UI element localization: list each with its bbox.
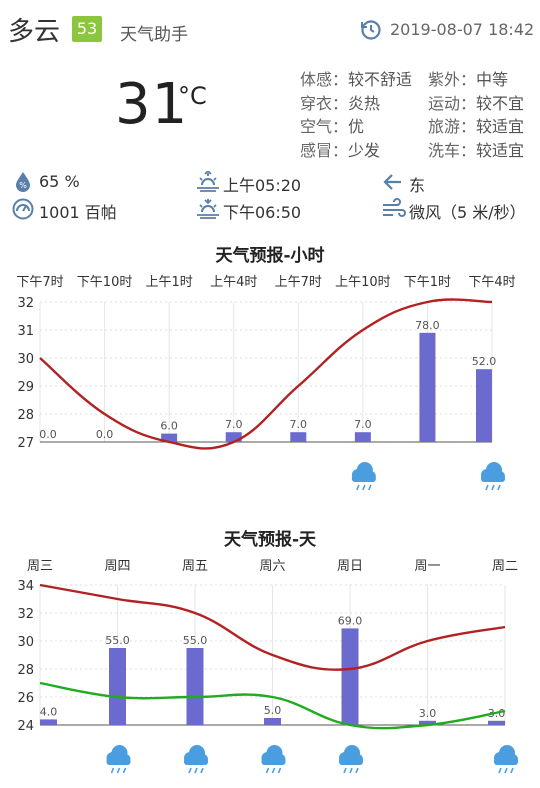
index-row: 空气：优 xyxy=(300,117,365,136)
x-tick-label: 上午10时 xyxy=(335,275,391,290)
x-tick-label: 上午1时 xyxy=(146,275,193,290)
x-tick-label: 周一 xyxy=(414,559,440,574)
index-row: 洗车：较适宜 xyxy=(428,140,525,160)
hourly-forecast-chart: 272829303132下午7时 下午10时 上午1时 上午4时 上午7时 上午10时 下午… xyxy=(16,275,516,491)
bar-value-label: 3.0 xyxy=(419,707,437,720)
y-tick-label: 24 xyxy=(17,719,34,734)
y-tick-label: 30 xyxy=(17,352,34,367)
bar-value-label: 5.0 xyxy=(264,704,282,717)
app-title: 天气助手 xyxy=(120,25,188,45)
rain-cloud-icon xyxy=(106,745,131,774)
x-tick-label: 周三 xyxy=(27,559,53,574)
x-tick-label: 周四 xyxy=(104,559,130,574)
index-row: 感冒：少发 xyxy=(300,140,381,160)
bar xyxy=(109,648,126,725)
rain-cloud-icon xyxy=(184,745,208,774)
y-tick-label: 27 xyxy=(17,436,34,451)
x-tick-label: 周五 xyxy=(182,559,208,574)
x-tick-label: 下午4时 xyxy=(468,275,515,290)
index-column-left: 体感：较不舒适 穿衣：炎热 空气：优 感冒：少发 xyxy=(300,68,412,162)
x-tick-label: 上午7时 xyxy=(275,275,322,290)
bar xyxy=(419,332,436,442)
pressure-gauge-icon xyxy=(12,198,34,220)
x-tick-label: 下午10时 xyxy=(77,275,133,290)
bar-value-label: 52.0 xyxy=(472,355,497,368)
rain-cloud-icon xyxy=(261,745,286,774)
y-tick-label: 26 xyxy=(17,691,34,706)
index-row: 运动：较不宜 xyxy=(428,93,525,113)
x-tick-label: 下午7时 xyxy=(16,275,63,290)
x-tick-label: 周二 xyxy=(492,559,518,574)
x-tick-label: 周六 xyxy=(259,559,285,574)
y-tick-label: 32 xyxy=(17,296,34,311)
bar-value-label: 7.0 xyxy=(225,418,243,431)
bar xyxy=(186,648,204,725)
aqi-badge[interactable]: 53 xyxy=(72,16,102,42)
rain-cloud-icon xyxy=(481,462,505,491)
y-tick-label: 34 xyxy=(17,579,34,594)
y-tick-label: 30 xyxy=(17,635,34,650)
update-time[interactable]: 2019-08-07 18:42 xyxy=(360,17,534,43)
bar-value-label: 55.0 xyxy=(105,634,130,647)
daily-forecast-chart: 24 26 28 30 32 34 周三 周四 周五 周六 周日 周一 周二 4.0 55.0 55.0 5.0… xyxy=(17,559,518,774)
y-tick-label: 29 xyxy=(17,380,34,395)
temperature-unit: °C xyxy=(178,82,207,110)
y-tick-label: 28 xyxy=(17,408,34,423)
index-row: 旅游：较适宜 xyxy=(428,117,525,136)
rain-cloud-icon xyxy=(339,745,363,774)
y-tick-label: 32 xyxy=(17,607,34,622)
bar-value-label: 4.0 xyxy=(40,705,58,718)
x-tick-label: 上午4时 xyxy=(210,275,257,290)
index-column-right: 紫外：中等 运动：较不宜 旅游：较适宜 洗车：较适宜 xyxy=(428,68,524,162)
y-tick-label: 31 xyxy=(17,324,34,339)
bar-value-label: 55.0 xyxy=(183,634,208,647)
bar-value-label: 0.0 xyxy=(39,428,57,441)
wind-icon xyxy=(383,198,406,217)
hourly-chart-title: 天气预报-小时 xyxy=(215,246,325,266)
bar xyxy=(354,432,371,442)
daily-chart-title: 天气预报-天 xyxy=(223,530,317,550)
bar-value-label: 69.0 xyxy=(338,614,363,627)
x-tick-label: 下午1时 xyxy=(404,275,451,290)
arrow-left-icon xyxy=(383,174,401,190)
header: 多云 53 天气助手 2019-08-07 18:42 xyxy=(0,0,540,58)
rain-cloud-icon xyxy=(351,462,376,491)
bar xyxy=(264,718,281,725)
index-row: 穿衣：炎热 xyxy=(300,93,381,113)
bar-value-label: 7.0 xyxy=(354,418,372,431)
bar-value-label: 78.0 xyxy=(415,319,440,332)
bar xyxy=(40,719,57,725)
index-row: 体感：较不舒适 xyxy=(300,70,413,89)
bar xyxy=(488,720,505,725)
bar-value-label: 7.0 xyxy=(290,418,308,431)
x-tick-label: 周日 xyxy=(337,559,363,574)
refresh-clock-icon[interactable] xyxy=(360,19,382,41)
rain-cloud-icon xyxy=(494,745,518,774)
bar xyxy=(290,432,307,442)
bar xyxy=(341,628,359,725)
y-tick-label: 28 xyxy=(17,663,34,678)
sunset-icon xyxy=(197,199,219,219)
svg-text:%: % xyxy=(19,181,27,190)
index-row: 紫外：中等 xyxy=(428,70,509,89)
weather-condition: 多云 xyxy=(8,17,61,47)
update-time-text: 2019-08-07 18:42 xyxy=(390,20,535,39)
bar-value-label: 6.0 xyxy=(160,420,178,433)
bar xyxy=(476,369,492,442)
humidity-icon: % xyxy=(16,172,30,192)
bar-value-label: 0.0 xyxy=(96,428,114,441)
sunrise-icon xyxy=(197,171,219,192)
